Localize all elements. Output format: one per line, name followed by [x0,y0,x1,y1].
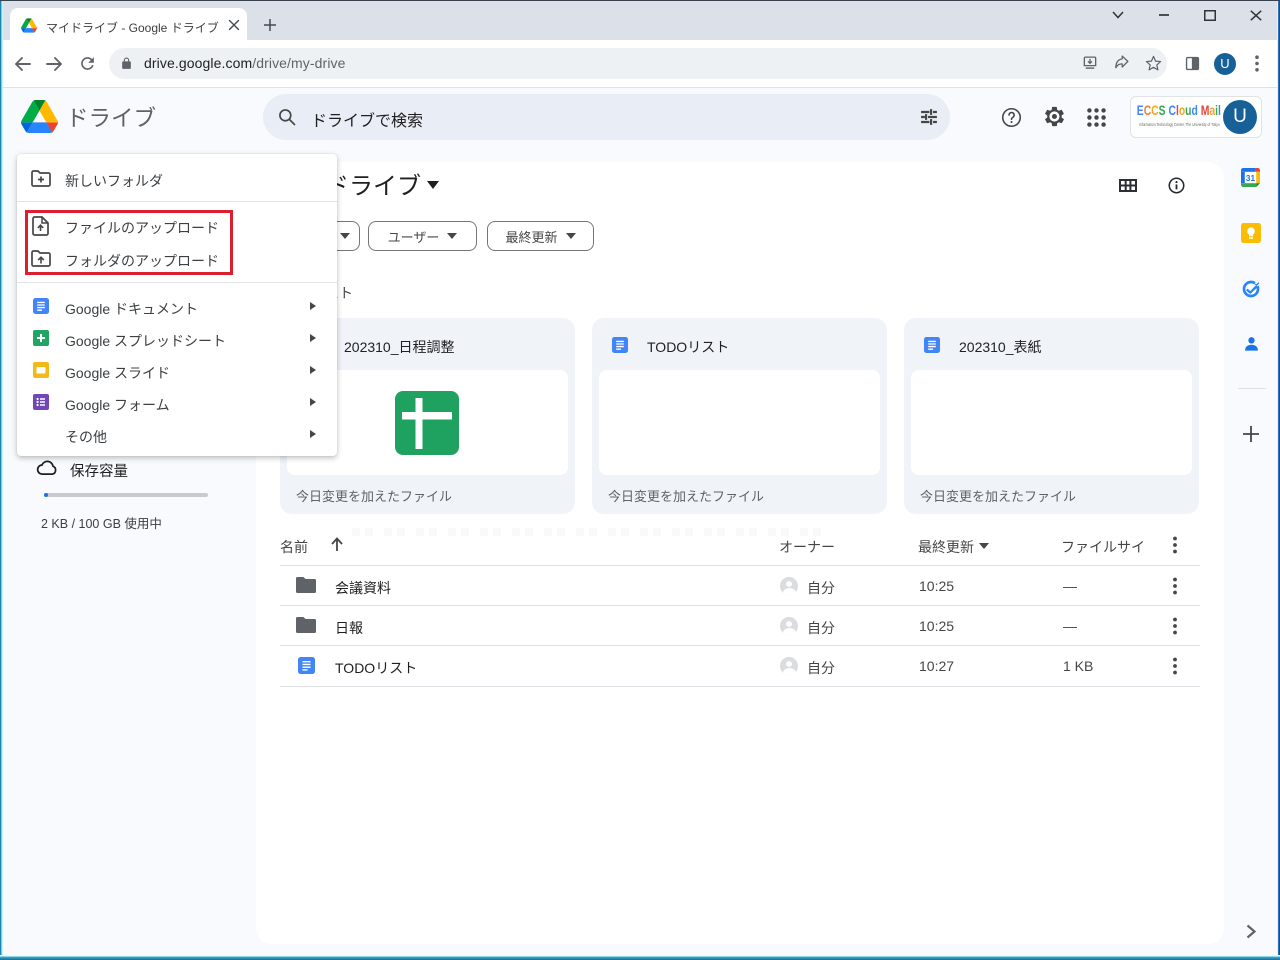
svg-text:31: 31 [1246,174,1256,183]
